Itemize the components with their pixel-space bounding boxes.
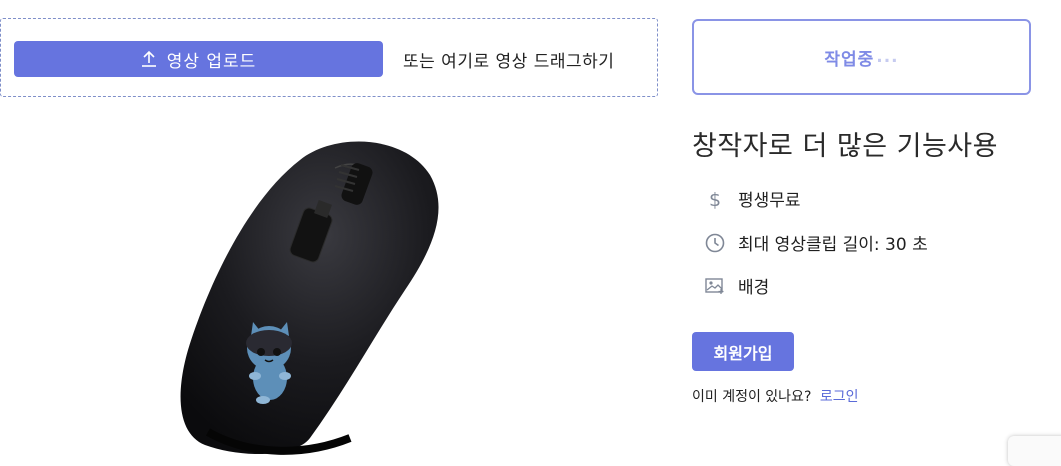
feature-item-free: $ 평생무료	[704, 186, 801, 212]
login-prompt-text: 이미 계정이 있나요?	[692, 389, 812, 405]
processing-status-box: 작업중 ...	[692, 19, 1031, 95]
feature-label: 평생무료	[738, 191, 801, 211]
feature-item-background: 배경	[704, 273, 769, 298]
upload-button-label: 영상 업로드	[166, 51, 257, 72]
upload-arrow-icon	[141, 50, 157, 68]
promo-title: 창작자로 더 많은 기능사용	[692, 131, 998, 162]
drag-drop-hint: 또는 여기로 영상 드래그하기	[403, 52, 615, 72]
clock-icon	[704, 232, 726, 254]
image-icon	[704, 275, 726, 297]
login-prompt-line: 이미 계정이 있나요? 로그인	[692, 386, 858, 406]
recaptcha-badge[interactable]	[1008, 436, 1061, 466]
upload-video-button[interactable]: 영상 업로드	[14, 41, 383, 77]
processing-dots: ...	[876, 47, 899, 67]
feature-label: 최대 영상클립 길이: 30 초	[738, 235, 928, 255]
feature-item-clip-length: 최대 영상클립 길이: 30 초	[704, 230, 928, 255]
upload-dropzone[interactable]: 영상 업로드 또는 여기로 영상 드래그하기	[0, 18, 658, 97]
feature-label: 배경	[738, 278, 770, 298]
dollar-icon: $	[704, 188, 726, 210]
video-preview-image	[120, 120, 560, 458]
login-link[interactable]: 로그인	[820, 389, 859, 405]
processing-status-label: 작업중	[824, 49, 875, 70]
signup-button[interactable]: 회원가입	[692, 332, 794, 371]
svg-text:$: $	[709, 189, 721, 209]
